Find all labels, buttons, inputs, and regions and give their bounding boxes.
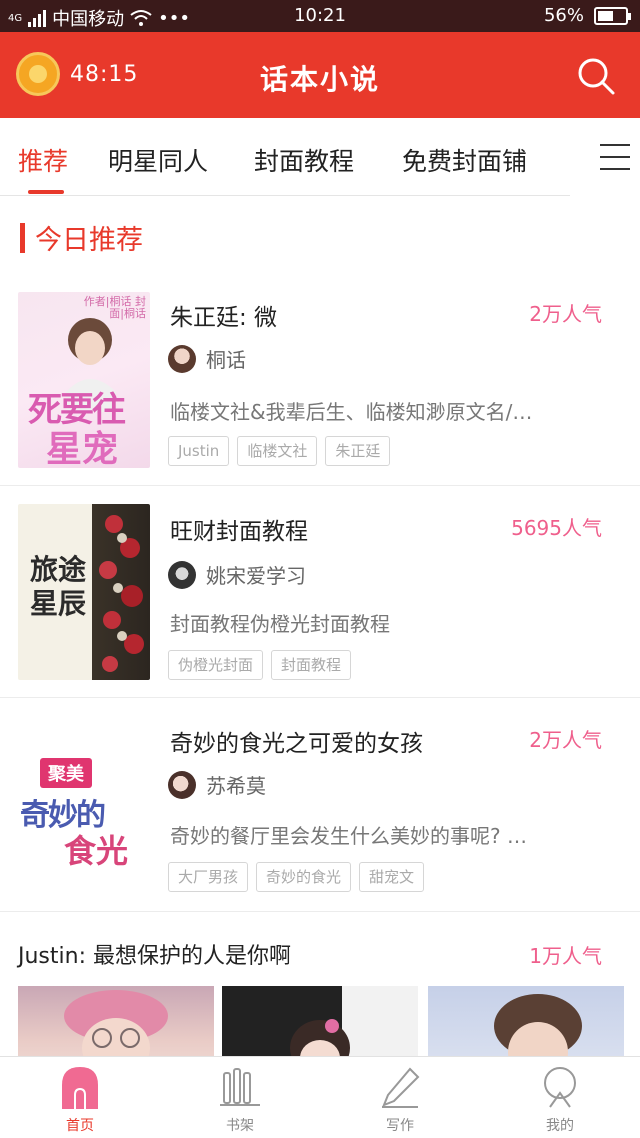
nav-home[interactable]: 首页 — [0, 1057, 160, 1138]
cover-title-line2: 星宠 — [46, 429, 119, 468]
app-title: 话本小说 — [259, 63, 380, 96]
book-title[interactable]: 朱正廷: 微 — [170, 298, 277, 332]
menu-icon — [600, 144, 630, 146]
book-cover[interactable]: 旅途 星辰 — [18, 504, 150, 680]
cover-title-line2: 星辰 — [30, 587, 87, 620]
avatar — [168, 770, 196, 799]
nav-label: 书架 — [226, 1118, 254, 1134]
thumbnail-image[interactable] — [18, 986, 214, 1056]
tag[interactable]: Justin — [168, 436, 230, 466]
tag[interactable]: 伪橙光封面 — [168, 650, 264, 680]
cover-badge: 聚美 — [40, 758, 92, 788]
author-name: 苏希莫 — [206, 774, 266, 798]
book-description: 奇妙的餐厅里会发生什么美妙的事呢? … — [170, 824, 527, 848]
author-name: 姚宋爱学习 — [206, 564, 306, 588]
nav-label: 首页 — [66, 1118, 94, 1134]
avatar — [168, 344, 196, 373]
tag-list: Justin 临楼文社 朱正廷 — [168, 436, 391, 466]
search-icon[interactable] — [576, 56, 616, 96]
book-item[interactable]: 聚美 奇妙的 食光 奇妙的食光之可爱的女孩 2万人气 苏希莫 奇妙的餐厅里会发生… — [0, 698, 640, 912]
bottom-navigation: 首页 书架 写作 我的 — [0, 1056, 640, 1138]
category-tabs: 推荐 明星同人 封面教程 免费封面铺 轻 — [0, 118, 640, 196]
tag[interactable]: 甜宠文 — [359, 862, 425, 892]
author-name: 桐话 — [206, 348, 246, 372]
status-bar: 4G 中国移动 ••• 10:21 56% — [0, 0, 640, 32]
profile-icon — [544, 1067, 576, 1108]
book-description: 临楼文社&我辈后生、临楼知渺原文名/… — [170, 400, 533, 424]
popularity-count: 2万人气 — [529, 302, 602, 326]
tab-recommend[interactable]: 推荐 — [18, 142, 68, 178]
list-popularity: 1万人气 — [529, 944, 602, 968]
battery-percent: 56% — [543, 5, 584, 26]
cover-title-line2: 食光 — [64, 832, 129, 870]
tag-list: 伪橙光封面 封面教程 — [168, 650, 352, 680]
tab-cover-tutorial[interactable]: 封面教程 — [254, 142, 354, 178]
thumbnail-image[interactable] — [222, 986, 418, 1056]
section-accent-bar — [20, 222, 25, 253]
thumbnail-image[interactable] — [428, 986, 624, 1056]
section-header: 今日推荐 — [20, 218, 143, 257]
popularity-count: 5695人气 — [511, 516, 602, 540]
book-description: 封面教程伪橙光封面教程 — [170, 612, 390, 636]
tab-celebrity-fanfic[interactable]: 明星同人 — [108, 142, 208, 178]
list-title[interactable]: Justin: 最想保护的人是你啊 — [18, 938, 291, 970]
nav-profile[interactable]: 我的 — [480, 1057, 640, 1138]
nav-bookshelf[interactable]: 书架 — [160, 1057, 320, 1138]
bookshelf-icon — [220, 1068, 260, 1106]
tabs-menu-button[interactable] — [570, 118, 640, 196]
list-thumbnails — [18, 986, 624, 1056]
tag-list: 大厂男孩 奇妙的食光 甜宠文 — [168, 862, 425, 892]
tab-free-cover-shop[interactable]: 免费封面铺 — [402, 142, 527, 178]
tag[interactable]: 奇妙的食光 — [256, 862, 352, 892]
book-cover[interactable]: 聚美 奇妙的 食光 — [18, 718, 150, 894]
active-tab-indicator — [28, 190, 64, 194]
book-title[interactable]: 旺财封面教程 — [170, 512, 308, 546]
tag[interactable]: 封面教程 — [271, 650, 352, 680]
status-right: 56% — [543, 5, 631, 26]
author-info[interactable]: 姚宋爱学习 — [168, 560, 306, 589]
author-info[interactable]: 苏希莫 — [168, 770, 266, 799]
author-info[interactable]: 桐话 — [168, 344, 246, 373]
section-title: 今日推荐 — [35, 225, 143, 256]
app-header: 48:15 话本小说 — [0, 32, 640, 118]
home-icon — [62, 1067, 98, 1109]
cover-credits: 作者|桐话 封面|桐话 — [83, 295, 146, 320]
pen-icon — [382, 1067, 420, 1108]
cover-title-line1: 旅途 — [30, 553, 87, 586]
tag[interactable]: 大厂男孩 — [168, 862, 249, 892]
tag[interactable]: 朱正廷 — [325, 436, 391, 466]
book-item[interactable]: 旅途 星辰 旺财封面教程 5695人气 姚宋爱学习 封面教程伪橙光封面教程 伪橙… — [0, 486, 640, 698]
book-cover[interactable]: 作者|桐话 封面|桐话 死要往 星宠 — [18, 292, 150, 468]
popularity-count: 2万人气 — [529, 728, 602, 752]
battery-icon — [594, 6, 631, 25]
book-item[interactable]: 作者|桐话 封面|桐话 死要往 星宠 朱正廷: 微 2万人气 桐话 临楼文社&我… — [0, 270, 640, 486]
nav-write[interactable]: 写作 — [320, 1057, 480, 1138]
tag[interactable]: 临楼文社 — [237, 436, 318, 466]
book-title[interactable]: 奇妙的食光之可爱的女孩 — [170, 724, 423, 758]
nav-label: 写作 — [386, 1118, 414, 1134]
avatar — [168, 560, 196, 589]
nav-label: 我的 — [546, 1118, 574, 1134]
